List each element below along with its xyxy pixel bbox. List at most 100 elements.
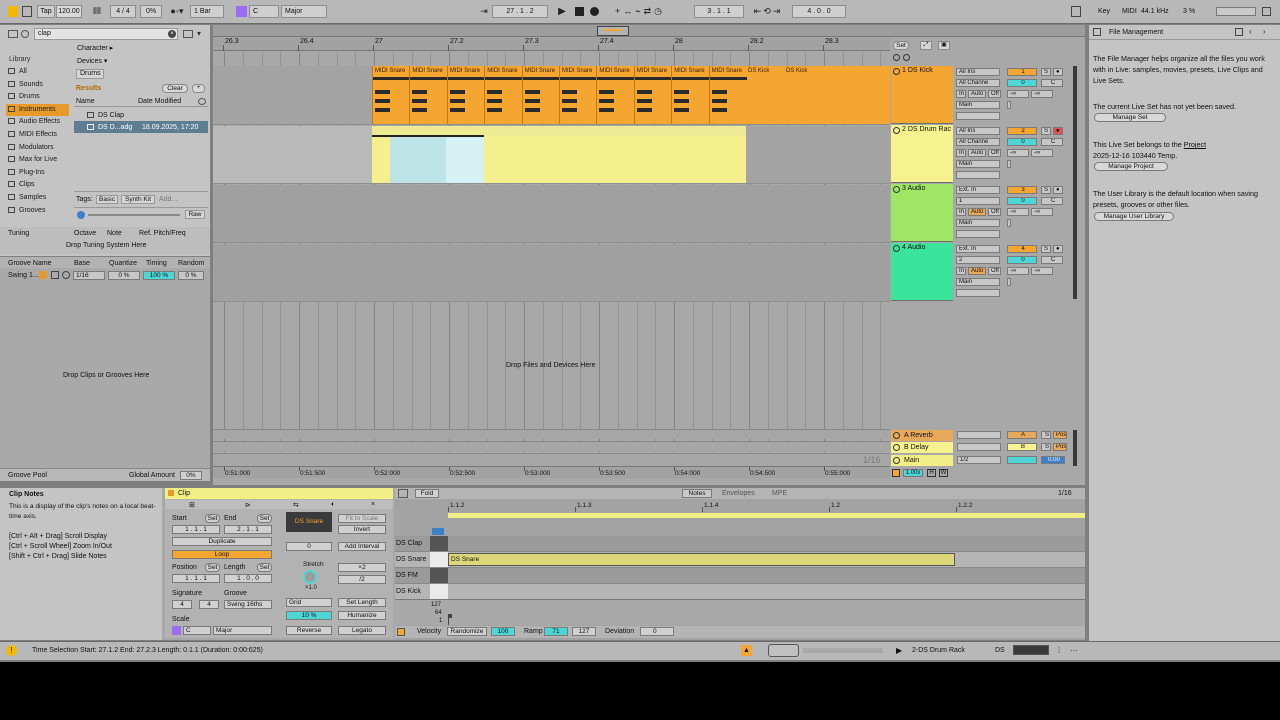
solo-button[interactable]: S [1041,431,1051,439]
arm-button[interactable]: ● [1053,186,1063,194]
tap-button[interactable]: Tap [37,5,55,18]
sidebar-item[interactable]: Audio Effects [8,116,60,128]
monitor-off-button[interactable]: Off [988,208,1001,216]
track-header[interactable]: 2 DS Drum Rac [891,125,953,183]
lane-kick[interactable]: DS Kick [395,584,1085,600]
device-arrow-icon[interactable]: ▶ [896,646,902,655]
input-channel-select[interactable]: 1 [956,197,1000,205]
ramp-end[interactable]: 127 [572,627,596,636]
note-snare[interactable]: DS Snare [448,553,955,566]
double-button[interactable]: ×2 [338,563,386,572]
groove-hot-swap-icon[interactable] [39,271,47,279]
info-icon[interactable]: ! [6,645,17,656]
project-link[interactable]: Project [1184,140,1206,149]
app-menu-icon[interactable] [8,6,18,17]
output-select[interactable]: Main [956,278,1000,286]
column-options-icon[interactable] [198,98,206,105]
key-select[interactable]: C [249,5,279,18]
fold-button[interactable]: Fold [415,489,439,498]
scale-mode-icon[interactable] [236,6,247,17]
track-activator-icon[interactable] [893,457,900,464]
spacer[interactable] [1007,160,1011,168]
metronome-icon[interactable]: ●◦▾ [166,6,188,17]
track-lane-kick[interactable]: MIDI Snare MIDI Snare MIDI Snare MIDI Snare… [213,66,890,125]
zoom-field[interactable]: 1.00x [903,469,923,477]
record-icon[interactable] [590,7,599,16]
midi-snare-clip[interactable]: MIDI Snare [633,66,673,124]
solo-button[interactable]: S [1041,443,1051,451]
sidebar-item[interactable]: Plug-Ins [8,167,45,179]
next-locator-icon[interactable] [903,54,910,61]
pad-key[interactable] [430,584,448,599]
monitor-in-button[interactable]: In [956,90,966,98]
length-set-button[interactable]: Set [257,563,272,572]
midi-snare-clip[interactable]: MIDI Snare [671,66,710,124]
velocity-toggle-icon[interactable] [397,628,405,636]
track-activator-button[interactable]: 4 [1007,245,1037,253]
monitor-auto-button[interactable]: Auto [968,90,986,98]
clip-tab-icon[interactable]: ⊞ [189,501,195,509]
search-input[interactable]: clap [34,28,178,40]
sidebar-item[interactable]: Samples [8,192,46,204]
return-track-header[interactable]: A Reverb [891,430,953,441]
midi-snare-clip[interactable]: MIDI Snare [372,66,411,124]
midi-map-label[interactable]: MIDI [1122,6,1137,17]
start-set-button[interactable]: Set [205,514,220,523]
clip-name-kick[interactable]: DS Kick [784,66,890,76]
end-field[interactable]: 2 . 1 . 1 [224,525,272,534]
beat-time-ruler[interactable]: 26.3 26.4 27 27.2 27.3 27.4 28 28.2 28.3 [213,38,890,51]
midi-snare-clip[interactable]: MIDI Snare [484,66,523,124]
track-lane-audio-3[interactable] [213,185,890,243]
midi-snare-clip[interactable]: MIDI Snare [596,66,635,124]
start-field[interactable]: 1 . 1 . 1 [172,525,220,534]
sidebar-item[interactable]: Drums [8,91,40,103]
back-icon[interactable]: ‹ [1249,28,1257,36]
loop-button[interactable]: Loop [172,550,272,559]
track-lane-drum-rack[interactable] [213,126,890,184]
groove-random-field[interactable]: 0 % [178,271,204,280]
result-row-selected[interactable]: DS D...adg 18.09.2025, 17:20 [74,121,208,133]
sidebar-item[interactable]: Sounds [8,79,43,91]
monitor-off-button[interactable]: Off [988,149,1001,157]
notes-tab[interactable]: Notes [682,489,712,498]
send-b-field[interactable]: -∞ [1031,267,1053,275]
send-b-field[interactable]: -∞ [1031,208,1053,216]
mpe-tab[interactable]: MPE [772,489,787,498]
input-type-select[interactable]: All Ins [956,68,1000,76]
pad-key[interactable] [430,536,448,551]
grid-select[interactable]: Grid [286,598,332,607]
send-a-field[interactable]: -∞ [1007,149,1029,157]
groove-quantize-field[interactable]: 0 % [108,271,140,280]
duplicate-button[interactable]: Duplicate [172,537,272,546]
sidebar-item[interactable]: Instruments [6,103,69,116]
launch-tab-icon[interactable]: ◐ [331,501,335,508]
monitor-auto-button[interactable]: Auto [968,149,986,157]
velocity-lane[interactable]: 127 64 1 [395,599,1085,625]
scale-name-select[interactable]: Major [213,626,272,635]
panel-toggle-icon[interactable] [1093,28,1101,36]
pad-key[interactable] [430,568,448,583]
track-activator-button[interactable]: 2 [1007,127,1037,135]
input-channel-select[interactable]: All Channe [956,138,1000,146]
filter-drums-tag[interactable]: Drums [76,69,104,79]
filter-menu-icon[interactable]: ▾ [197,30,206,38]
tempo-field[interactable]: 120.00 [56,5,82,18]
preview-toggle-icon[interactable] [77,211,85,219]
track-activator-icon[interactable] [893,432,900,439]
clip-color-icon[interactable] [168,490,174,496]
output-select[interactable]: Main [956,160,1000,168]
deviation-field[interactable]: 0 [640,627,674,636]
add-interval-button[interactable]: Add Interval [338,542,386,551]
clear-search-icon[interactable]: × [168,30,176,38]
position-set-button[interactable]: Set [205,563,220,572]
fold-keys-icon[interactable] [432,528,444,535]
home-icon[interactable] [1235,28,1243,36]
spacer[interactable] [1007,219,1011,227]
follow-icon[interactable]: ⇥ [478,6,490,17]
track-activator-button[interactable]: 1 [1007,68,1037,76]
tempo-nudge-icon[interactable]: ⦀⦀ [85,6,109,17]
expand-icon[interactable]: ⤢ [920,41,932,50]
pan-field[interactable]: C [1041,138,1063,146]
track-activator-icon[interactable] [893,186,900,193]
solo-button[interactable]: S [1041,127,1051,135]
